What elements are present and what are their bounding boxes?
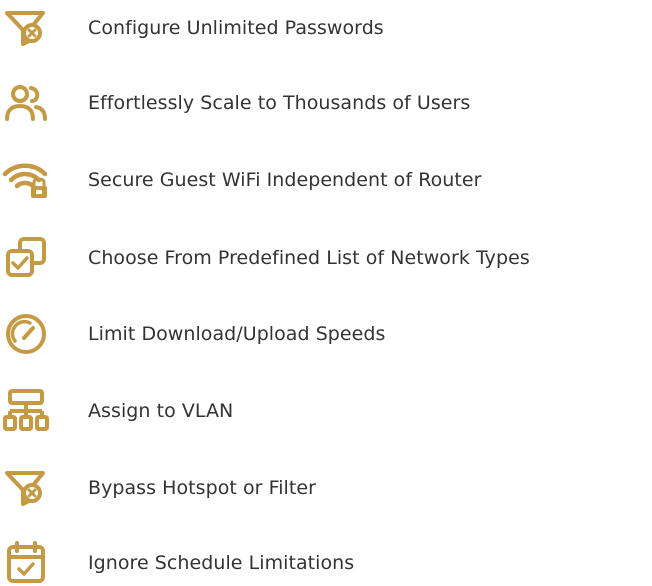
feature-item-unlimited-passwords: Configure Unlimited Passwords [0,3,652,53]
feature-item-scale-users: Effortlessly Scale to Thousands of Users [0,78,652,128]
network-hierarchy-icon [0,389,52,433]
wifi-lock-icon [0,158,52,202]
feature-label: Effortlessly Scale to Thousands of Users [88,92,471,114]
feature-label: Limit Download/Upload Speeds [88,323,386,345]
feature-item-guest-wifi: Secure Guest WiFi Independent of Router [0,155,652,205]
feature-item-vlan: Assign to VLAN [0,386,652,436]
feature-label: Secure Guest WiFi Independent of Router [88,169,482,191]
feature-item-network-types: Choose From Predefined List of Network T… [0,233,652,283]
feature-label: Bypass Hotspot or Filter [88,477,316,499]
speedometer-icon [0,312,52,356]
filter-x-icon [0,466,52,510]
feature-item-ignore-schedule: Ignore Schedule Limitations [0,538,652,586]
feature-label: Choose From Predefined List of Network T… [88,247,530,269]
feature-item-limit-speeds: Limit Download/Upload Speeds [0,309,652,359]
feature-list: Configure Unlimited Passwords Effortless… [0,0,652,586]
feature-label: Configure Unlimited Passwords [88,17,384,39]
copy-check-icon [0,236,52,280]
feature-label: Ignore Schedule Limitations [88,552,355,574]
feature-label: Assign to VLAN [88,400,234,422]
users-icon [0,81,52,125]
calendar-check-icon [0,541,52,585]
filter-x-icon [0,6,52,50]
feature-item-bypass-hotspot: Bypass Hotspot or Filter [0,463,652,513]
